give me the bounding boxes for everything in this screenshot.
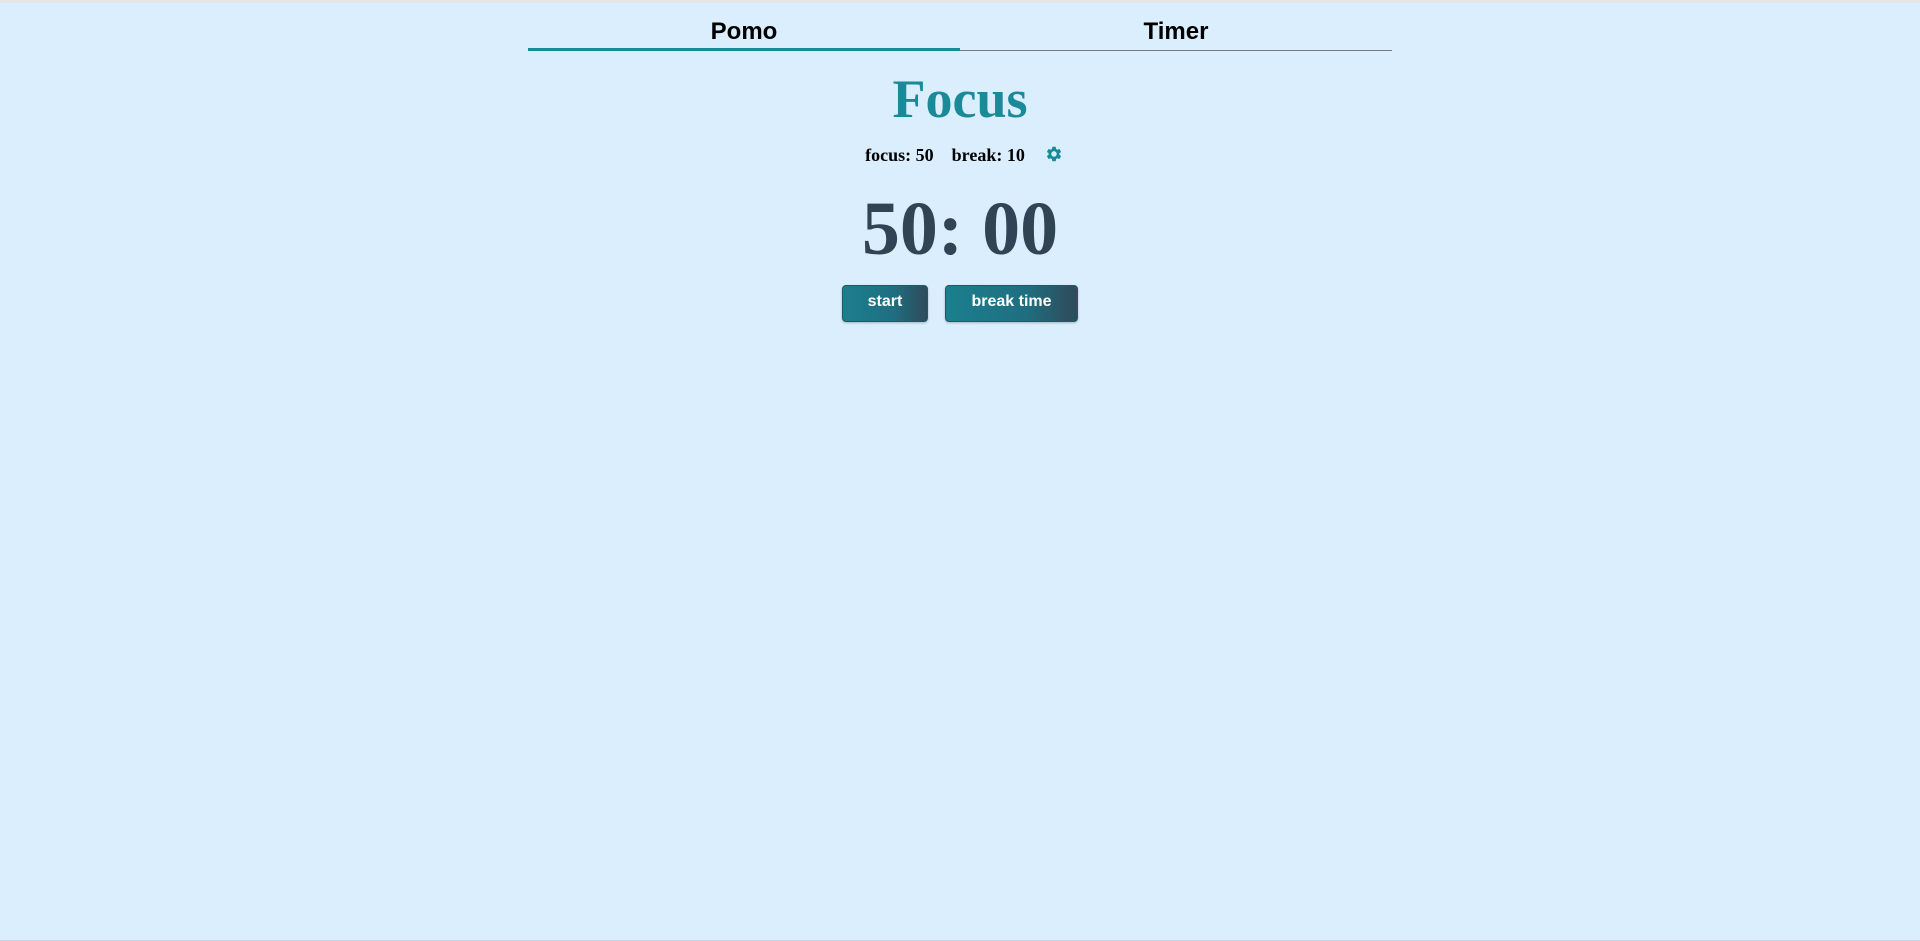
settings-row: focus: 50 break: 10	[0, 145, 1920, 166]
start-button[interactable]: start	[842, 285, 928, 322]
tab-pomo[interactable]: Pomo	[528, 3, 960, 51]
tab-bar: Pomo Timer	[528, 3, 1392, 51]
action-buttons: start break time	[0, 285, 1920, 322]
focus-duration-label: focus: 50	[865, 145, 934, 165]
mode-title: Focus	[892, 69, 1028, 129]
tab-timer[interactable]: Timer	[960, 3, 1392, 51]
break-duration-label: break: 10	[951, 145, 1025, 165]
break-time-button[interactable]: break time	[945, 285, 1078, 322]
gear-icon[interactable]	[1044, 144, 1064, 164]
countdown-display: 50: 00	[861, 187, 1059, 271]
